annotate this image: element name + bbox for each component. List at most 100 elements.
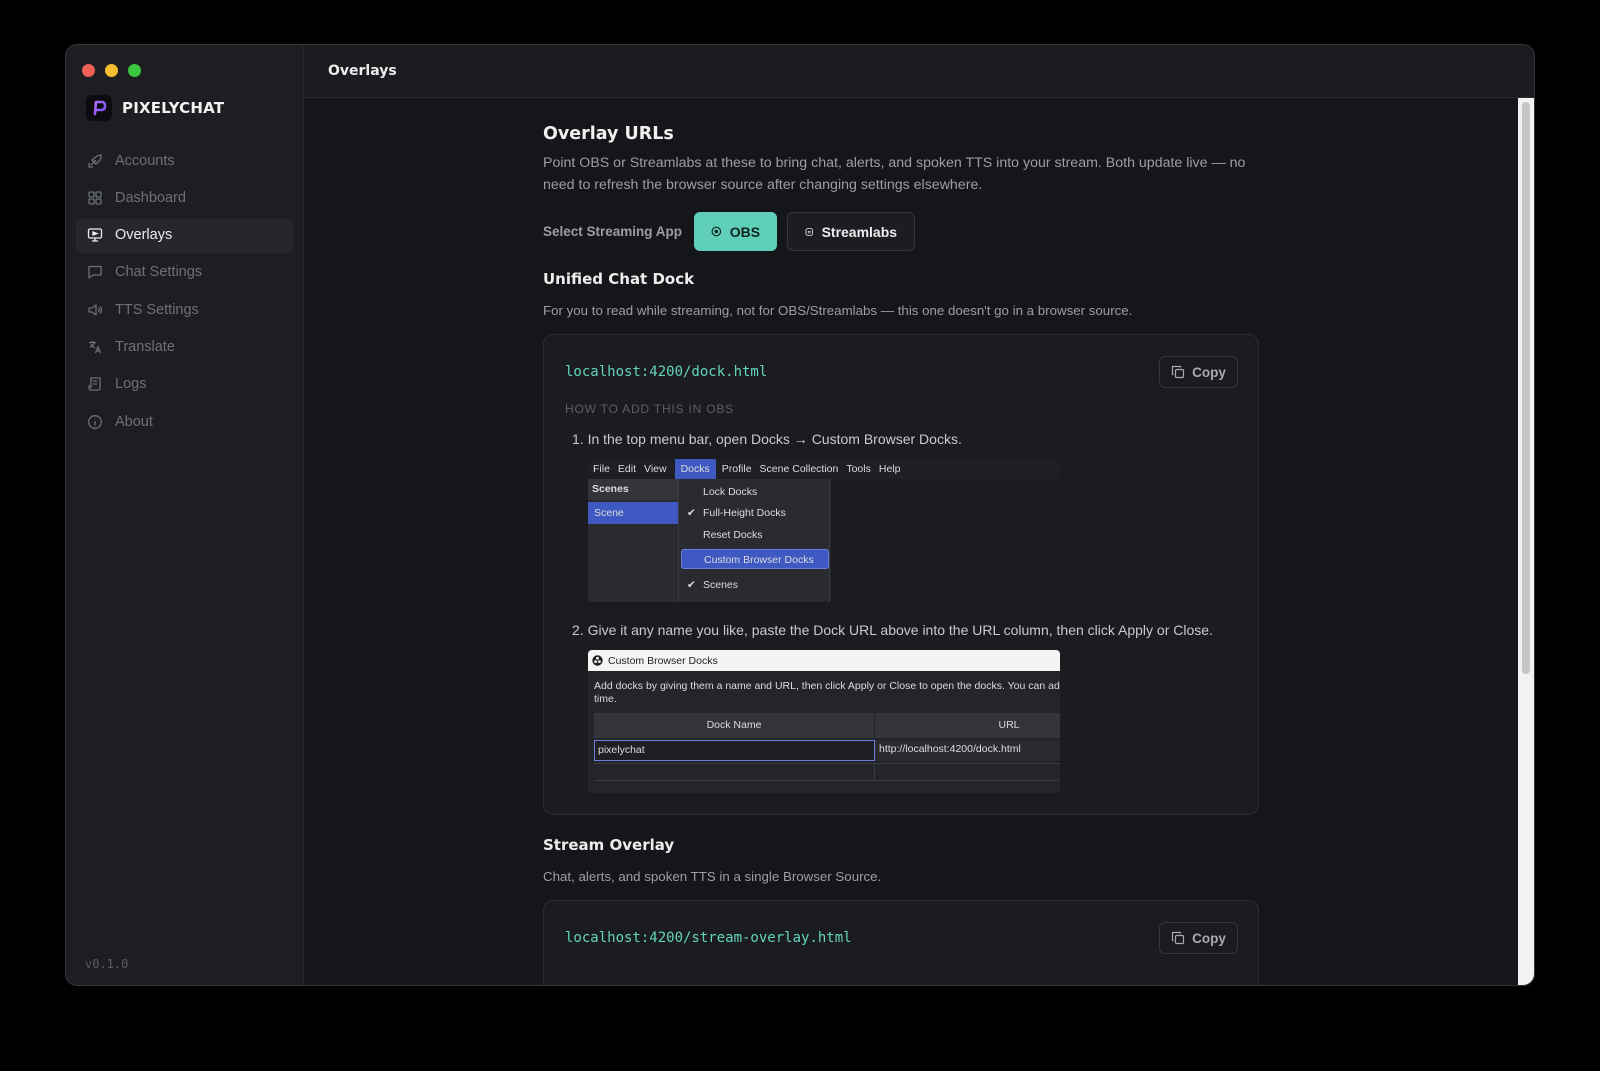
scrollbar-thumb[interactable] (1522, 102, 1530, 674)
app-window: PIXELYCHAT Accounts Dashboard Overlays C… (65, 44, 1535, 986)
menubar-item: Profile (721, 463, 752, 475)
sidebar-item-chat-settings[interactable]: Chat Settings (76, 255, 294, 290)
copy-label: Copy (1192, 364, 1226, 380)
radio-selected-icon (711, 226, 722, 237)
copy-icon (1172, 365, 1185, 379)
obs-logo-icon (592, 655, 603, 666)
scenes-panel: Scenes Scene (588, 479, 678, 602)
step-1: 1. In the top menu bar, open Docks → Cus… (572, 431, 962, 447)
copy-label: Copy (1192, 930, 1226, 946)
page-header-title: Overlays (328, 63, 397, 79)
dropdown-item: Lock Docks (679, 482, 831, 502)
sidebar-item-label: Logs (115, 376, 147, 393)
dock-card: localhost:4200/dock.html Copy HOW TO ADD… (543, 334, 1259, 815)
maximize-window-button[interactable] (128, 64, 141, 77)
sidebar-item-translate[interactable]: Translate (76, 329, 294, 364)
menubar-item: Scene Collection (759, 463, 839, 475)
dropdown-item-label: Reset Docks (703, 529, 763, 541)
speaker-icon (88, 304, 103, 316)
menubar-item: Help (878, 463, 901, 475)
sidebar-item-about[interactable]: About (76, 404, 294, 439)
dock-description: For you to read while streaming, not for… (543, 303, 1133, 318)
menubar-item: Edit (617, 463, 637, 475)
howto-label: HOW TO ADD THIS IN OBS (565, 402, 734, 416)
obs-button-label: OBS (729, 223, 761, 240)
sidebar-item-label: Overlays (115, 227, 173, 244)
dropdown-item-label: Scenes (703, 579, 739, 591)
dialog-title: Custom Browser Docks (608, 654, 718, 667)
obs-menu-screenshot: File Edit View Docks Profile Scene Colle… (588, 459, 1060, 602)
sidebar-item-tts-settings[interactable]: TTS Settings (76, 292, 294, 327)
page-title: Overlay URLs (543, 124, 674, 144)
scrollbar[interactable] (1518, 98, 1534, 985)
table-row: pixelychat http://localhost:4200/dock.ht… (594, 740, 1060, 761)
dock-copy-button[interactable]: Copy (1159, 356, 1238, 388)
dock-url[interactable]: localhost:4200/dock.html (565, 364, 767, 380)
window-controls (82, 64, 141, 77)
dropdown-item-label: Custom Browser Docks (704, 554, 814, 566)
obs-menubar: File Edit View Docks Profile Scene Colle… (588, 459, 1060, 479)
streaming-app-selector: Select Streaming App OBS Streamlabs (543, 212, 916, 251)
chat-icon (88, 266, 102, 280)
page-header: Overlays (304, 45, 1534, 98)
table-row-empty (594, 763, 1060, 781)
docks-table: Dock Name URL pixelychat http://localhos… (594, 713, 1060, 781)
docks-table-header: Dock Name URL (594, 713, 1060, 738)
streamlabs-button-label: Streamlabs (821, 223, 898, 240)
scene-row: Scene (588, 502, 678, 524)
overlay-copy-button[interactable]: Copy (1159, 922, 1238, 954)
step-2: 2. Give it any name you like, paste the … (572, 622, 1213, 638)
dock-name-cell: pixelychat (594, 740, 875, 761)
dialog-description: Add docks by giving them a name and URL,… (594, 680, 1060, 706)
app-logo-icon (86, 95, 112, 121)
rocket-icon (88, 153, 102, 168)
docks-dropdown: Lock Docks ✔ Full-Height Docks Reset Dock… (678, 479, 830, 602)
sidebar-item-label: Dashboard (115, 189, 186, 206)
minimize-window-button[interactable] (105, 64, 118, 77)
dock-url-cell: http://localhost:4200/dock.html (875, 740, 1060, 761)
obs-preview-area (831, 479, 1060, 602)
obs-button[interactable]: OBS (694, 212, 778, 251)
streaming-app-label: Select Streaming App (543, 224, 683, 239)
sidebar-item-label: About (115, 413, 153, 430)
sidebar-item-accounts[interactable]: Accounts (76, 143, 294, 178)
check-icon: ✔ (687, 579, 696, 591)
dropdown-item: Reset Docks (679, 525, 831, 545)
sidebar-item-overlays[interactable]: Overlays (76, 217, 294, 253)
scenes-header: Scenes (588, 479, 678, 500)
sidebar: PIXELYCHAT Accounts Dashboard Overlays C… (66, 45, 304, 985)
grid-icon (88, 191, 102, 205)
column-url: URL (875, 713, 1060, 738)
main-content[interactable]: Overlay URLs Point OBS or Streamlabs at … (304, 98, 1534, 985)
menubar-item-docks: Docks (674, 459, 716, 479)
sidebar-item-label: TTS Settings (115, 301, 199, 318)
app-name: PIXELYCHAT (122, 99, 225, 117)
sidebar-item-label: Chat Settings (115, 264, 203, 281)
scroll-icon (88, 377, 101, 391)
sidebar-item-logs[interactable]: Logs (76, 367, 294, 402)
streamlabs-button[interactable]: Streamlabs (787, 212, 916, 251)
dock-title: Unified Chat Dock (543, 270, 695, 288)
monitor-icon (87, 228, 103, 242)
info-icon (88, 414, 102, 429)
overlay-description: Chat, alerts, and spoken TTS in a single… (543, 869, 882, 884)
dropdown-item-label: Lock Docks (703, 486, 758, 498)
sidebar-item-dashboard[interactable]: Dashboard (76, 180, 294, 215)
overlay-card: localhost:4200/stream-overlay.html Copy (543, 900, 1259, 985)
streamlabs-icon (805, 227, 814, 236)
app-version: v0.1.0 (85, 957, 129, 971)
column-dock-name: Dock Name (594, 713, 875, 738)
dialog-description-line: Add docks by giving them a name and URL,… (594, 680, 1060, 692)
menubar-item: View (644, 463, 667, 475)
menubar-item: Tools (846, 463, 871, 475)
copy-icon (1172, 931, 1185, 945)
menubar-item: File (593, 463, 610, 475)
dialog-titlebar: Custom Browser Docks (588, 650, 1060, 671)
close-window-button[interactable] (82, 64, 95, 77)
sidebar-nav: Accounts Dashboard Overlays Chat Setting… (76, 143, 294, 441)
brand: PIXELYCHAT (86, 95, 224, 121)
dropdown-item-label: Full-Height Docks (703, 507, 786, 519)
check-icon: ✔ (687, 507, 696, 519)
overlay-title: Stream Overlay (543, 836, 675, 854)
overlay-url[interactable]: localhost:4200/stream-overlay.html (565, 930, 852, 946)
